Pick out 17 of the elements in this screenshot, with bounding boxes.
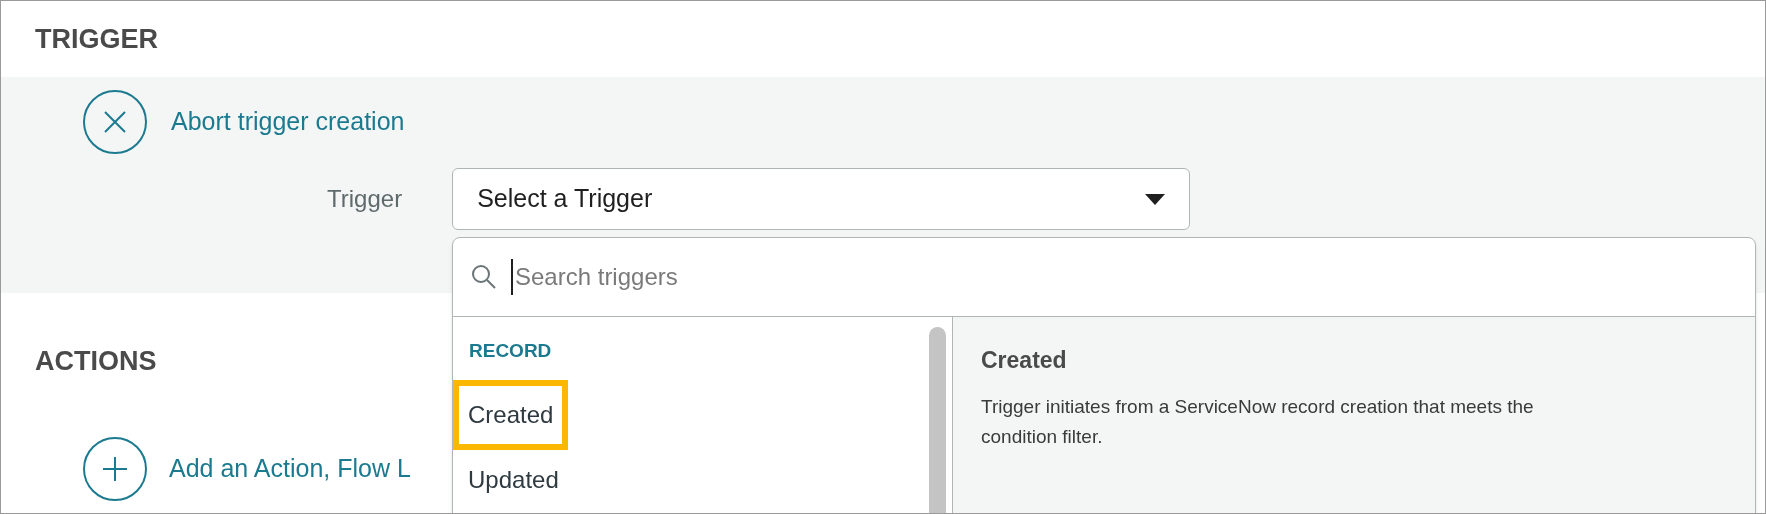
abort-link[interactable]: Abort trigger creation (171, 103, 405, 141)
add-link[interactable]: Add an Action, Flow L (169, 449, 411, 488)
section-heading: ACTIONS (35, 345, 157, 378)
section-heading: TRIGGER (35, 22, 158, 56)
group-heading: RECORD (468, 339, 553, 363)
trigger-option[interactable]: Created (453, 379, 569, 450)
scrollbar[interactable] (929, 327, 946, 513)
detail-title: Created (981, 346, 1068, 375)
add-icon[interactable] (83, 436, 147, 501)
caret-icon (1145, 193, 1166, 205)
close-icon[interactable] (83, 90, 147, 154)
trigger-select[interactable]: Select a Trigger (452, 168, 1191, 230)
trigger-option[interactable]: Updated (453, 449, 574, 510)
detail-description: Trigger initiates from a ServiceNow record creation that meets the condition filter. (981, 394, 1535, 449)
search-field[interactable]: Search triggers (511, 259, 1737, 295)
search-icon (471, 264, 497, 290)
field-label: Trigger (327, 184, 403, 214)
